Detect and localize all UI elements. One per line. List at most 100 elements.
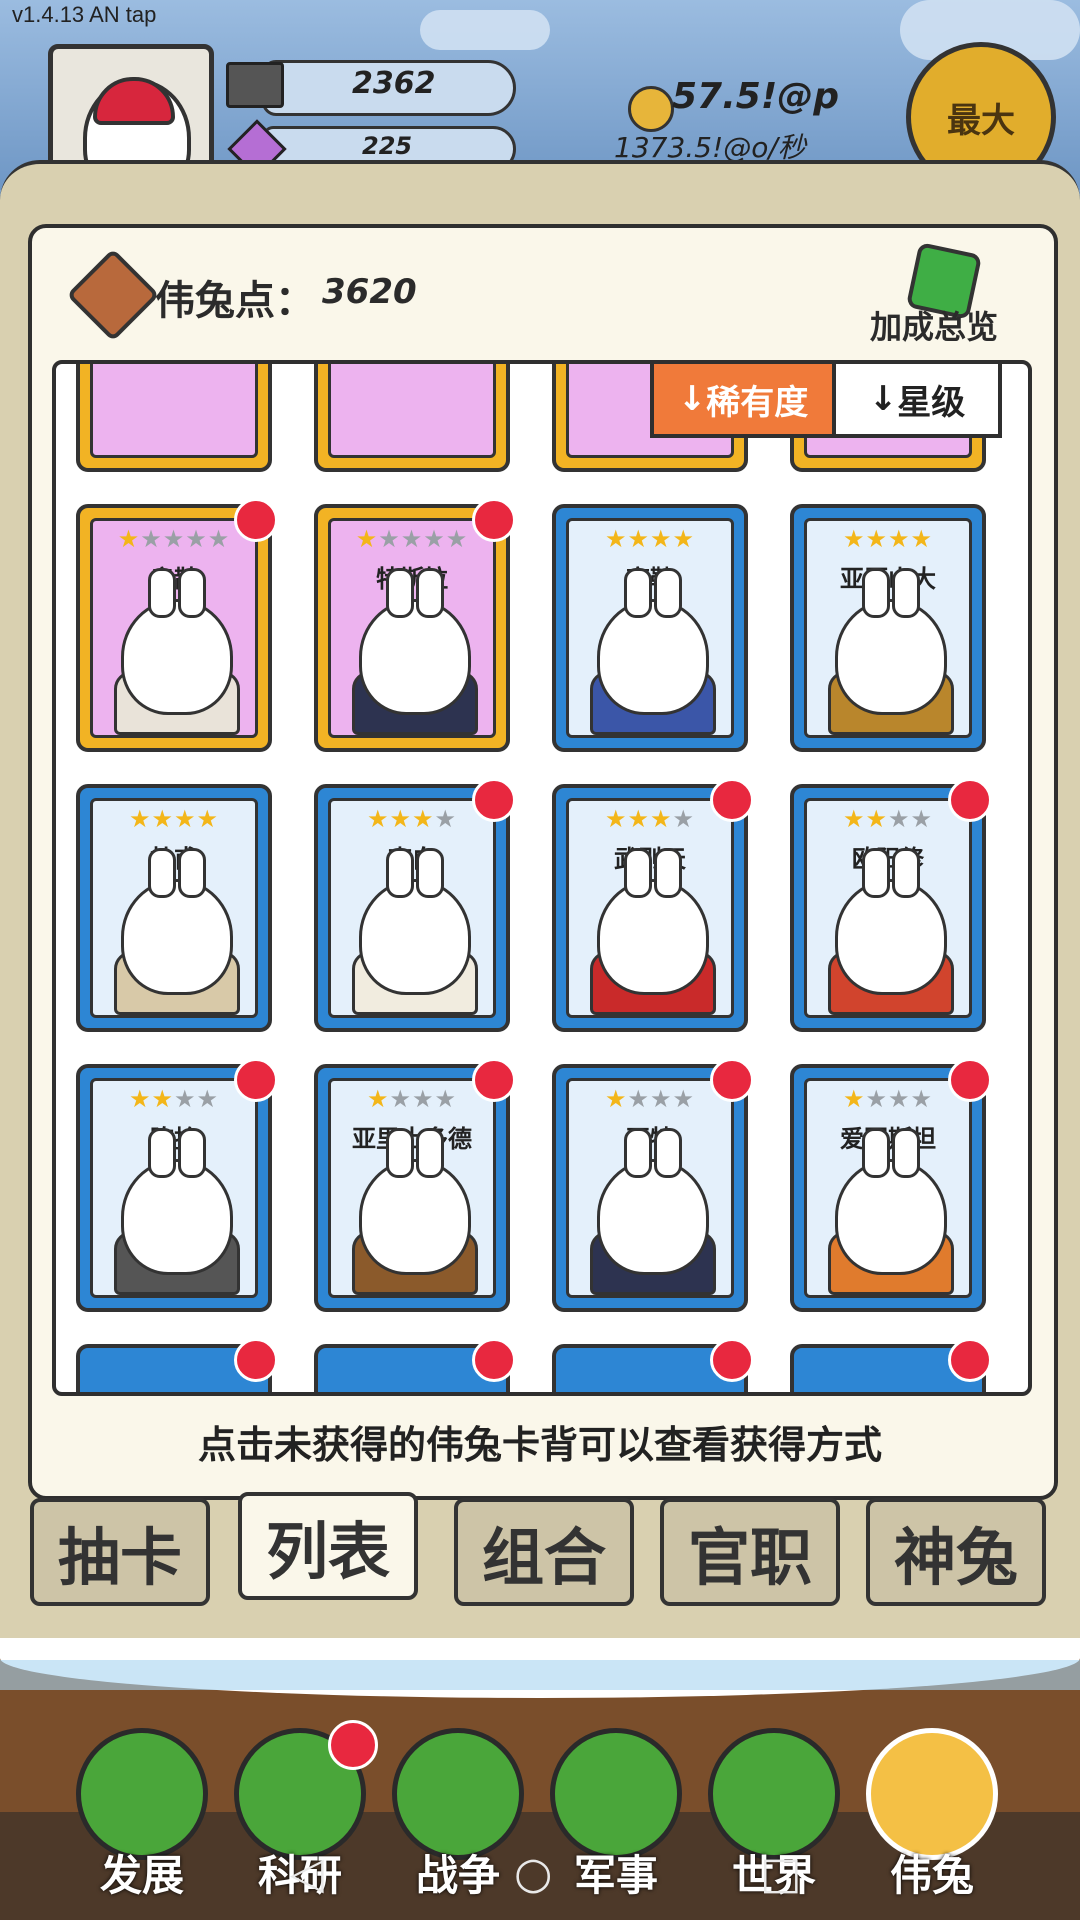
hero-card[interactable]: ★★★★爱因斯坦 bbox=[790, 1058, 992, 1312]
recents-icon[interactable]: □ bbox=[760, 1848, 802, 1899]
star-icon: ★ bbox=[627, 525, 650, 553]
star-icon: ★ bbox=[117, 525, 141, 553]
star-icon: ★ bbox=[174, 1085, 197, 1113]
tab-combo[interactable]: 组合 bbox=[454, 1498, 634, 1606]
card-partial[interactable] bbox=[790, 1338, 992, 1392]
star-icon: ★ bbox=[128, 1085, 152, 1113]
bunny-character-icon bbox=[597, 848, 709, 995]
hero-card[interactable]: ★★★★亚里士多德 bbox=[314, 1058, 516, 1312]
bunny-ear-icon bbox=[416, 848, 444, 898]
bunny-character-icon bbox=[121, 568, 233, 715]
bunny-character-icon bbox=[121, 848, 233, 995]
star-rating: ★★★★ bbox=[569, 525, 731, 553]
new-badge-dot bbox=[472, 498, 516, 542]
star-icon: ★ bbox=[128, 805, 152, 833]
hero-card[interactable]: ★★★★商鞅 bbox=[552, 504, 748, 752]
hero-card[interactable]: ★★★★武则天 bbox=[552, 778, 754, 1032]
bunny-character-icon bbox=[359, 568, 471, 715]
card-partial[interactable] bbox=[76, 364, 272, 472]
bunny-character-icon bbox=[121, 1128, 233, 1275]
new-badge-dot bbox=[234, 498, 278, 542]
star-rating: ★★★★ bbox=[807, 805, 969, 833]
new-badge-dot bbox=[948, 778, 992, 822]
card-face: ★★★★亚里士多德 bbox=[328, 1078, 496, 1298]
crystal-amount: 225 bbox=[362, 132, 413, 160]
card-grid[interactable]: ★★★★★扁鹊 ★★★★★特斯拉 ★★★★商鞅 ★★★★亚历山大 ★★★★杜甫 ★★★★李… bbox=[52, 360, 1032, 1396]
hint-text: 点击未获得的伟兔卡背可以查看获得方式 bbox=[197, 1423, 882, 1467]
tab-divine[interactable]: 神兔 bbox=[866, 1498, 1046, 1606]
star-icon: ★ bbox=[151, 805, 174, 833]
new-badge-dot bbox=[948, 1338, 992, 1382]
star-rating: ★★★★ bbox=[331, 805, 493, 833]
star-icon: ★ bbox=[910, 1085, 934, 1113]
card-face: ★★★★欧阳修 bbox=[804, 798, 972, 1018]
star-icon: ★ bbox=[604, 805, 628, 833]
star-icon: ★ bbox=[185, 525, 208, 553]
star-rating: ★★★★★ bbox=[93, 525, 255, 553]
nav-war-button[interactable] bbox=[392, 1728, 524, 1860]
card-partial[interactable] bbox=[314, 364, 510, 472]
notification-dot bbox=[328, 1720, 378, 1770]
card-face: ★★★★爱因斯坦 bbox=[804, 1078, 972, 1298]
hero-card[interactable]: ★★★★杜甫 bbox=[76, 784, 272, 1032]
home-icon[interactable]: ○ bbox=[514, 1848, 552, 1899]
bonus-overview-button[interactable]: 加成总览 bbox=[870, 302, 998, 348]
sort-rarity-button[interactable]: ↓ 稀有度 bbox=[654, 364, 832, 434]
card-partial[interactable] bbox=[552, 1338, 754, 1392]
card-face: ★★★★亚历山大 bbox=[804, 518, 972, 738]
nav-weitu-button[interactable] bbox=[866, 1728, 998, 1860]
tab-draw[interactable]: 抽卡 bbox=[30, 1498, 210, 1606]
card-face: ★★★★杜甫 bbox=[90, 798, 258, 1018]
star-icon: ★ bbox=[400, 525, 424, 553]
star-icon: ★ bbox=[888, 1085, 911, 1113]
hero-card[interactable]: ★★★★★特斯拉 bbox=[314, 498, 516, 752]
new-badge-dot bbox=[710, 1338, 754, 1382]
star-icon: ★ bbox=[207, 525, 231, 553]
card-partial[interactable] bbox=[314, 1338, 516, 1392]
tab-list[interactable]: 列表 bbox=[238, 1492, 418, 1600]
hero-card[interactable]: ★★★★李白 bbox=[314, 778, 516, 1032]
tab-office[interactable]: 官职 bbox=[660, 1498, 840, 1606]
card-face: ★★★★瓦特 bbox=[566, 1078, 734, 1298]
star-icon: ★ bbox=[162, 525, 186, 553]
star-icon: ★ bbox=[389, 805, 412, 833]
star-icon: ★ bbox=[627, 1085, 650, 1113]
bunny-ear-icon bbox=[416, 1128, 444, 1178]
star-icon: ★ bbox=[434, 1085, 458, 1113]
nav-military-button[interactable] bbox=[550, 1728, 682, 1860]
hero-card[interactable]: ★★★★亚历山大 bbox=[790, 504, 986, 752]
hero-card[interactable]: ★★★★陈拾 bbox=[76, 1058, 278, 1312]
back-icon[interactable]: ◁ bbox=[290, 1848, 324, 1899]
nav-world-button[interactable] bbox=[708, 1728, 840, 1860]
bunny-ear-icon bbox=[178, 568, 206, 618]
star-icon: ★ bbox=[174, 805, 197, 833]
card-face: ★★★★武则天 bbox=[566, 798, 734, 1018]
card-face: ★★★★陈拾 bbox=[90, 1078, 258, 1298]
star-rating: ★★★★ bbox=[93, 805, 255, 833]
stone-amount: 2362 bbox=[352, 66, 436, 101]
star-icon: ★ bbox=[865, 525, 888, 553]
bunny-ear-icon bbox=[386, 568, 414, 618]
bunny-ear-icon bbox=[892, 1128, 920, 1178]
star-icon: ★ bbox=[366, 1085, 390, 1113]
bunny-ear-icon bbox=[416, 568, 444, 618]
nav-develop-button[interactable] bbox=[76, 1728, 208, 1860]
bunny-character-icon bbox=[359, 848, 471, 995]
card-face: ★★★★★特斯拉 bbox=[328, 518, 496, 738]
hero-card[interactable]: ★★★★欧阳修 bbox=[790, 778, 992, 1032]
card-partial[interactable] bbox=[76, 1338, 278, 1392]
bunny-ear-icon bbox=[654, 568, 682, 618]
star-icon: ★ bbox=[196, 1085, 220, 1113]
bunny-ear-icon bbox=[178, 1128, 206, 1178]
star-icon: ★ bbox=[910, 525, 934, 553]
star-icon: ★ bbox=[140, 525, 163, 553]
hero-card[interactable]: ★★★★★扁鹊 bbox=[76, 498, 278, 752]
new-badge-dot bbox=[472, 778, 516, 822]
star-icon: ★ bbox=[910, 805, 934, 833]
stone-icon bbox=[226, 62, 284, 108]
sort-star-button[interactable]: ↓ 星级 bbox=[832, 364, 998, 434]
star-icon: ★ bbox=[378, 525, 401, 553]
star-icon: ★ bbox=[842, 805, 866, 833]
star-icon: ★ bbox=[650, 805, 673, 833]
hero-card[interactable]: ★★★★瓦特 bbox=[552, 1058, 754, 1312]
